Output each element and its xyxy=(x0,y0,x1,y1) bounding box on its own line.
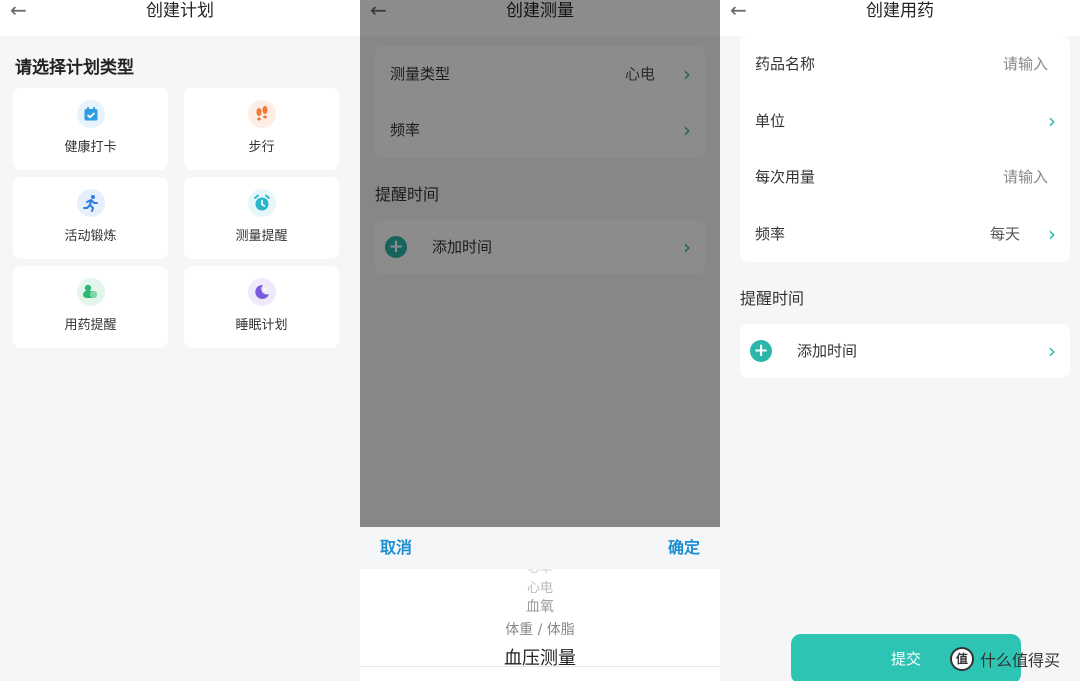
plan-card-exercise[interactable]: 活动锻炼 xyxy=(13,177,168,259)
row-label: 单位 xyxy=(755,112,786,130)
section-title: 请选择计划类型 xyxy=(15,58,134,78)
row-label: 药品名称 xyxy=(755,55,816,73)
add-time-label: 添加时间 xyxy=(797,342,858,360)
medication-form-card: 药品名称 请输入 单位 › 每次用量 请输入 频率 每天 › xyxy=(740,36,1070,262)
card-label: 用药提醒 xyxy=(64,318,117,333)
row-value: 每天 xyxy=(989,225,1020,243)
alarm-clock-icon xyxy=(248,189,276,217)
card-label: 测量提醒 xyxy=(235,229,288,244)
pill-icon xyxy=(77,278,105,306)
card-label: 活动锻炼 xyxy=(64,229,117,244)
picker-option[interactable]: 血氧 xyxy=(360,596,720,616)
calendar-check-icon xyxy=(77,100,105,128)
frequency-row[interactable]: 频率 每天 › xyxy=(740,206,1070,262)
footprints-icon xyxy=(248,100,276,128)
picker-option[interactable]: 体重 / 体脂 xyxy=(360,619,720,639)
chevron-right-icon: › xyxy=(1048,222,1056,246)
measure-type-picker[interactable]: 心率 心电 血氧 体重 / 体脂 血压测量 xyxy=(360,569,720,681)
picker-toolbar: 取消 确定 xyxy=(360,527,720,569)
add-time-row[interactable]: + 添加时间 › xyxy=(740,324,1070,378)
plan-card-health-checkin[interactable]: 健康打卡 xyxy=(13,88,168,170)
dosage-row[interactable]: 每次用量 请输入 xyxy=(740,149,1070,205)
card-label: 睡眠计划 xyxy=(235,318,288,333)
cancel-button[interactable]: 取消 xyxy=(380,527,412,569)
page-title: 创建计划 xyxy=(146,1,214,21)
create-measure-screen: ← 创建测量 测量类型 心电 › 频率 › 提醒时间 + 添加时间 › 取消 确… xyxy=(360,0,720,681)
medicine-name-input[interactable]: 请输入 xyxy=(1003,36,1048,92)
picker-divider xyxy=(360,666,720,667)
page-title: 创建用药 xyxy=(866,1,934,21)
watermark-logo: 值 xyxy=(950,647,974,671)
picker-option[interactable]: 心率 xyxy=(360,569,720,576)
plan-card-medication-reminder[interactable]: 用药提醒 xyxy=(13,266,168,348)
reminder-time-title: 提醒时间 xyxy=(740,289,805,308)
running-person-icon xyxy=(77,189,105,217)
confirm-button[interactable]: 确定 xyxy=(668,527,700,569)
watermark: 值 什么值得买 xyxy=(950,646,1060,672)
row-label: 每次用量 xyxy=(755,168,816,186)
card-label: 健康打卡 xyxy=(64,140,117,155)
watermark-text: 什么值得买 xyxy=(980,651,1061,670)
dosage-input[interactable]: 请输入 xyxy=(1003,149,1048,205)
card-label: 步行 xyxy=(248,140,275,155)
plan-card-walking[interactable]: 步行 xyxy=(184,88,339,170)
picker-option[interactable]: 心电 xyxy=(360,577,720,596)
chevron-right-icon: › xyxy=(1048,339,1056,363)
create-plan-screen: ← 创建计划 请选择计划类型 健康打卡 步行 活动锻炼 测量提醒 用药提醒 z … xyxy=(0,0,360,681)
plan-card-sleep[interactable]: z 睡眠计划 xyxy=(184,266,339,348)
plan-card-measure-reminder[interactable]: 测量提醒 xyxy=(184,177,339,259)
moon-sleep-icon: z xyxy=(248,278,276,306)
medicine-name-row[interactable]: 药品名称 请输入 xyxy=(740,36,1070,92)
header: ← 创建计划 xyxy=(0,0,360,36)
svg-text:z: z xyxy=(264,287,267,293)
modal-backdrop[interactable] xyxy=(360,0,720,527)
row-label: 频率 xyxy=(755,225,786,243)
chevron-right-icon: › xyxy=(1048,109,1056,133)
create-medication-screen: ← 创建用药 药品名称 请输入 单位 › 每次用量 请输入 频率 每天 › 提醒… xyxy=(720,0,1080,681)
add-circle-icon: + xyxy=(750,340,772,362)
header: ← 创建用药 xyxy=(720,0,1080,36)
unit-row[interactable]: 单位 › xyxy=(740,93,1070,149)
